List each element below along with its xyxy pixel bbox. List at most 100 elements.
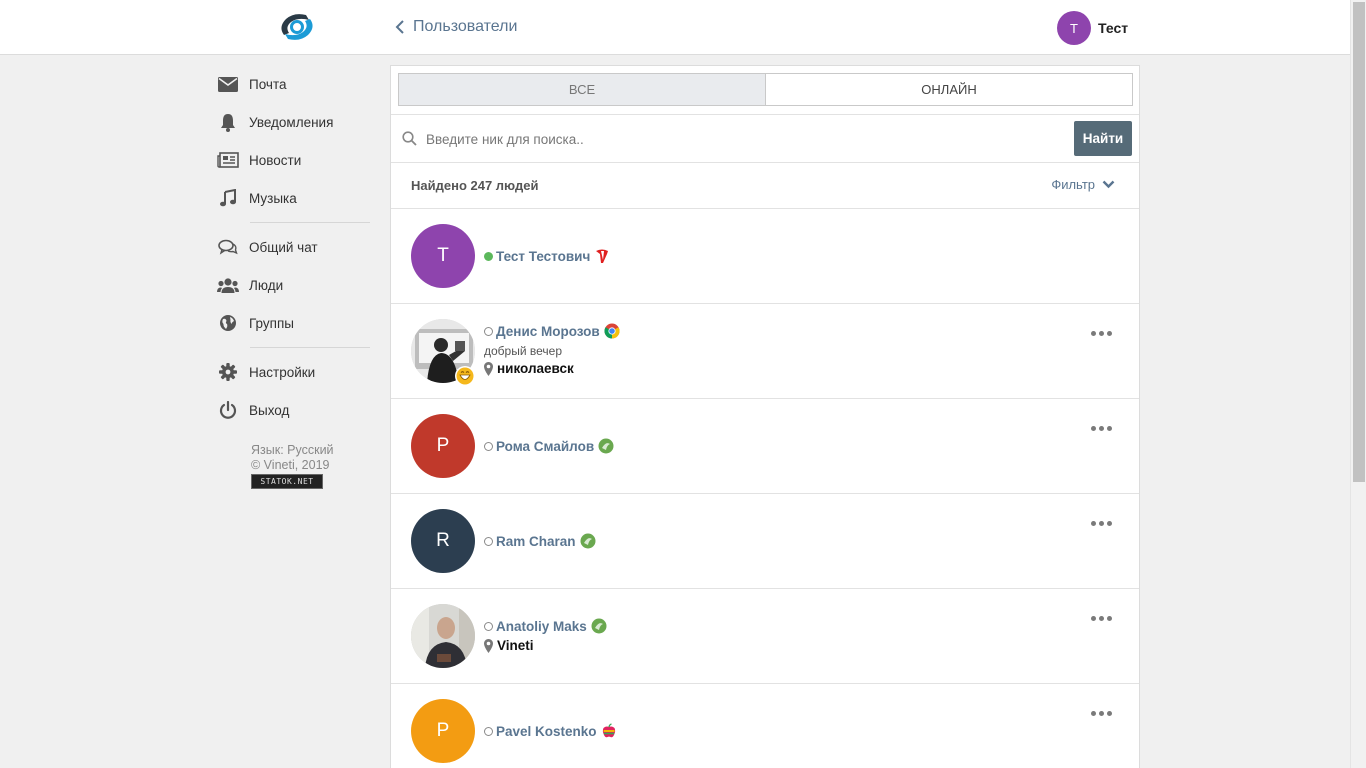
user-name-link[interactable]: Тест Тестович: [496, 249, 590, 264]
user-info: Денис Морозов добрый вечер николаевск: [484, 322, 620, 376]
list-item: Т Тест Тестович: [391, 209, 1139, 304]
user-location-text: николаевск: [497, 361, 574, 376]
android-icon: [580, 533, 596, 549]
avatar-initial: R: [436, 530, 450, 551]
sidebar-item-logout[interactable]: Выход: [216, 391, 376, 429]
results-bar: Найдено 247 людей Фильтр: [391, 163, 1139, 209]
users-list: Т Тест Тестович Денис Морозов добрый веч…: [391, 209, 1139, 768]
map-marker-icon: [484, 638, 493, 653]
offline-status-dot: [484, 726, 493, 736]
sidebar-item-news[interactable]: Новости: [216, 141, 376, 179]
sidebar-item-label: Общий чат: [249, 239, 318, 255]
search-icon: [402, 131, 417, 149]
gear-icon: [216, 362, 240, 382]
chevron-down-icon: [1102, 180, 1115, 189]
avatar[interactable]: Р: [411, 414, 475, 478]
scrollbar-thumb[interactable]: [1353, 2, 1365, 482]
list-item: P Pavel Kostenko: [391, 684, 1139, 768]
page-title: Пользователи: [413, 18, 518, 35]
filter-label: Фильтр: [1051, 177, 1095, 192]
tab-all[interactable]: ВСЕ: [399, 74, 766, 105]
avatar: Т: [1057, 11, 1091, 45]
sidebar-item-label: Уведомления: [249, 114, 334, 130]
user-name-link[interactable]: Денис Морозов: [496, 324, 600, 339]
sidebar-item-label: Музыка: [249, 190, 297, 206]
newspaper-icon: [216, 150, 240, 170]
user-info: Pavel Kostenko: [484, 722, 617, 740]
users-panel: ВСЕ ОНЛАЙН Найти Найдено 247 людей Фильт…: [390, 65, 1140, 768]
avatar-initial: Т: [437, 245, 449, 266]
sidebar-item-settings[interactable]: Настройки: [216, 353, 376, 391]
user-status-text: добрый вечер: [484, 344, 562, 358]
tab-online[interactable]: ОНЛАЙН: [766, 74, 1132, 105]
divider: [250, 222, 370, 223]
current-user-menu[interactable]: Т Тест: [1057, 11, 1128, 45]
sidebar-item-label: Выход: [249, 402, 290, 418]
results-count: Найдено 247 людей: [411, 178, 539, 193]
sidebar-item-label: Группы: [249, 315, 294, 331]
bell-icon: [216, 112, 240, 132]
avatar[interactable]: P: [411, 699, 475, 763]
list-item: Anatoliy Maks Vineti: [391, 589, 1139, 684]
search-bar: Найти: [391, 114, 1139, 163]
sidebar-item-label: Люди: [249, 277, 284, 293]
user-info: Anatoliy Maks Vineti: [484, 617, 607, 653]
android-icon: [598, 438, 614, 454]
statok-counter-badge[interactable]: STATOK.NET: [251, 474, 323, 489]
sidebar-footer: Язык: Русский © Vineti, 2019 STATOK.NET: [251, 443, 376, 489]
sidebar-item-people[interactable]: Люди: [216, 266, 376, 304]
filter-button[interactable]: Фильтр: [1051, 177, 1115, 192]
more-options-button[interactable]: [1089, 614, 1114, 623]
offline-status-dot: [484, 621, 493, 631]
user-info: Тест Тестович: [484, 247, 610, 265]
sidebar-item-notifications[interactable]: Уведомления: [216, 103, 376, 141]
avatar[interactable]: Т: [411, 224, 475, 288]
power-icon: [216, 400, 240, 420]
language-link[interactable]: Язык: Русский: [251, 443, 376, 458]
chevron-left-icon: [395, 20, 404, 34]
sidebar-item-label: Почта: [249, 76, 287, 92]
sidebar-item-mail[interactable]: Почта: [216, 65, 376, 103]
sidebar-item-music[interactable]: Музыка: [216, 179, 376, 217]
back-button[interactable]: Пользователи: [395, 18, 517, 36]
user-name-link[interactable]: Anatoliy Maks: [496, 619, 587, 634]
sidebar: Почта Уведомления Новости Музыка Общий ч…: [216, 65, 376, 489]
user-location: николаевск: [484, 361, 620, 376]
user-location-text: Vineti: [497, 638, 534, 653]
copyright: © Vineti, 2019: [251, 458, 330, 472]
search-button[interactable]: Найти: [1074, 121, 1132, 156]
list-item: Денис Морозов добрый вечер николаевск: [391, 304, 1139, 399]
top-bar: Пользователи Т Тест: [0, 0, 1350, 55]
more-options-button[interactable]: [1089, 709, 1114, 718]
grin-emoji-icon: [455, 366, 475, 386]
mail-icon: [216, 74, 240, 94]
android-icon: [591, 618, 607, 634]
more-options-button[interactable]: [1089, 329, 1114, 338]
avatar-initial: Р: [436, 435, 450, 456]
chat-icon: [216, 237, 240, 257]
divider: [250, 347, 370, 348]
current-user-name: Тест: [1098, 20, 1129, 36]
page-scrollbar[interactable]: [1350, 0, 1366, 768]
sidebar-item-groups[interactable]: Группы: [216, 304, 376, 342]
list-item: R Ram Charan: [391, 494, 1139, 589]
more-options-button[interactable]: [1089, 424, 1114, 433]
user-location: Vineti: [484, 638, 607, 653]
logo-icon[interactable]: [276, 11, 318, 43]
avatar[interactable]: R: [411, 509, 475, 573]
user-name-link[interactable]: Ram Charan: [496, 534, 576, 549]
search-input[interactable]: [426, 129, 1046, 149]
counter-label: STATOK.NET: [260, 477, 314, 486]
user-name-link[interactable]: Рома Смайлов: [496, 439, 594, 454]
chrome-icon: [604, 323, 620, 339]
tab-bar: ВСЕ ОНЛАЙН: [398, 73, 1133, 106]
sidebar-item-chat[interactable]: Общий чат: [216, 228, 376, 266]
yandex-browser-icon: [594, 248, 610, 264]
users-icon: [216, 275, 240, 295]
more-options-button[interactable]: [1089, 519, 1114, 528]
user-name-link[interactable]: Pavel Kostenko: [496, 724, 597, 739]
avatar[interactable]: [411, 604, 475, 668]
offline-status-dot: [484, 441, 493, 451]
globe-icon: [216, 313, 240, 333]
sidebar-item-label: Настройки: [249, 364, 316, 380]
